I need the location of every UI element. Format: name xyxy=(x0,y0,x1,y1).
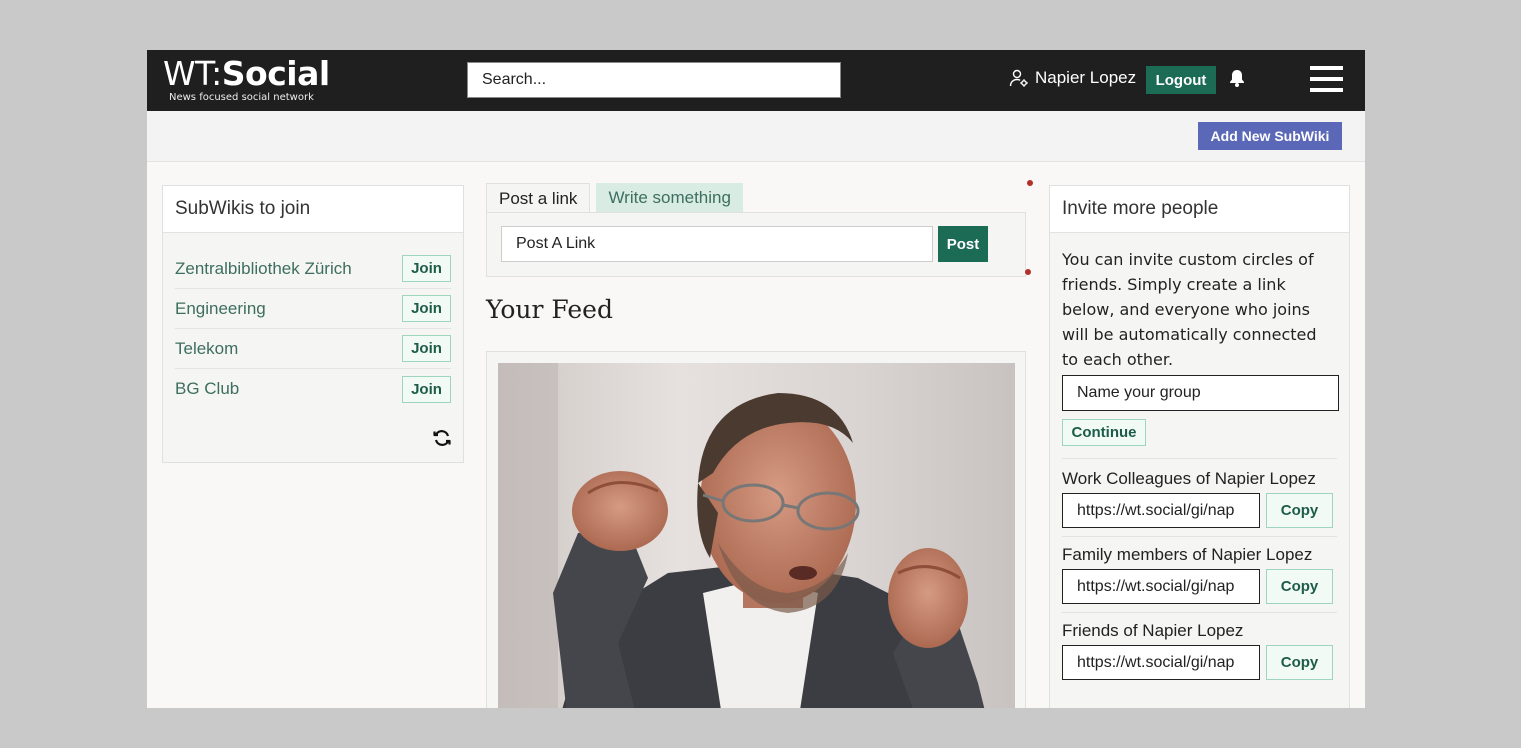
invite-link-field[interactable]: https://wt.social/gi/nap xyxy=(1062,645,1260,680)
logo-wt: WT: xyxy=(163,54,222,93)
invite-circle: Work Colleagues of Napier Lopez https://… xyxy=(1062,469,1337,528)
user-profile-link[interactable]: Napier Lopez xyxy=(1009,68,1136,88)
circle-label: Family members of Napier Lopez xyxy=(1062,545,1313,564)
group-name-input[interactable] xyxy=(1062,375,1339,411)
invite-people-card: Invite more people You can invite custom… xyxy=(1049,185,1350,708)
sub-toolbar: Add New SubWiki xyxy=(147,111,1365,162)
continue-button[interactable]: Continue xyxy=(1062,419,1146,446)
post-link-input[interactable] xyxy=(501,226,933,262)
feed-post-card xyxy=(486,351,1026,708)
circle-label: Work Colleagues of Napier Lopez xyxy=(1062,469,1316,488)
subwiki-link[interactable]: Zentralbibliothek Zürich xyxy=(175,259,352,279)
subwiki-item: Engineering Join xyxy=(175,289,451,329)
refresh-icon[interactable] xyxy=(432,428,452,448)
logout-button[interactable]: Logout xyxy=(1146,66,1216,94)
circle-label: Friends of Napier Lopez xyxy=(1062,621,1244,640)
post-link-form: Post xyxy=(486,212,1026,277)
top-navbar: WT:Social News focused social network Na… xyxy=(147,50,1365,111)
hamburger-menu-icon[interactable] xyxy=(1310,66,1343,93)
user-gear-icon xyxy=(1009,69,1028,87)
subwiki-list: Zentralbibliothek Zürich Join Engineerin… xyxy=(163,233,463,409)
post-button[interactable]: Post xyxy=(938,226,988,262)
divider xyxy=(1062,612,1337,613)
join-button[interactable]: Join xyxy=(402,375,451,403)
invite-description: You can invite custom circles of friends… xyxy=(1062,250,1317,369)
logo-tagline: News focused social network xyxy=(169,92,314,103)
subwikis-to-join-card: SubWikis to join Zentralbibliothek Züric… xyxy=(162,185,464,463)
feed-title: Your Feed xyxy=(486,295,613,324)
invite-link-field[interactable]: https://wt.social/gi/nap xyxy=(1062,569,1260,604)
invite-circle: Friends of Napier Lopez https://wt.socia… xyxy=(1062,621,1337,680)
join-button[interactable]: Join xyxy=(402,255,451,282)
post-image[interactable] xyxy=(498,363,1015,708)
search-input[interactable] xyxy=(467,62,841,98)
tab-post-a-link[interactable]: Post a link xyxy=(486,183,591,213)
copy-button[interactable]: Copy xyxy=(1266,645,1333,680)
subwiki-link[interactable]: Telekom xyxy=(175,339,238,359)
subwikis-card-title: SubWikis to join xyxy=(163,186,463,233)
subwiki-item: Telekom Join xyxy=(175,329,451,369)
join-button[interactable]: Join xyxy=(402,295,451,322)
logo[interactable]: WT:Social News focused social network xyxy=(163,54,330,104)
logo-social: Social xyxy=(221,54,330,93)
invite-card-title: Invite more people xyxy=(1050,186,1349,233)
bell-icon[interactable] xyxy=(1227,68,1247,88)
app-frame: WT:Social News focused social network Na… xyxy=(147,50,1365,708)
invite-link-field[interactable]: https://wt.social/gi/nap xyxy=(1062,493,1260,528)
copy-button[interactable]: Copy xyxy=(1266,493,1333,528)
subwiki-item: Zentralbibliothek Zürich Join xyxy=(175,249,451,289)
indicator-dot xyxy=(1027,180,1033,186)
add-new-subwiki-button[interactable]: Add New SubWiki xyxy=(1198,122,1342,150)
join-button[interactable]: Join xyxy=(402,335,451,362)
subwiki-item: BG Club Join xyxy=(175,369,451,409)
post-tabs: Post a link Write something xyxy=(486,183,749,213)
indicator-dot xyxy=(1025,269,1031,275)
divider xyxy=(1062,536,1337,537)
subwiki-link[interactable]: BG Club xyxy=(175,379,239,399)
subwiki-link[interactable]: Engineering xyxy=(175,299,266,319)
divider xyxy=(1062,458,1337,459)
copy-button[interactable]: Copy xyxy=(1266,569,1333,604)
user-name: Napier Lopez xyxy=(1035,68,1137,87)
invite-circle: Family members of Napier Lopez https://w… xyxy=(1062,545,1337,604)
tab-write-something[interactable]: Write something xyxy=(596,183,743,213)
